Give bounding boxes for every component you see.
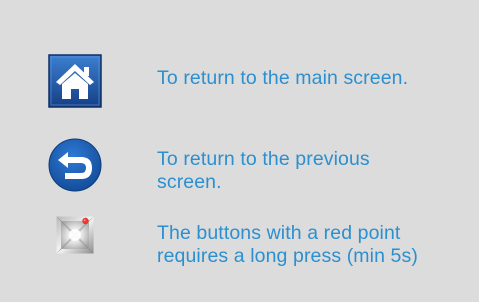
- home-description: To return to the main screen.: [157, 67, 409, 89]
- long-press-icon: [56, 216, 94, 254]
- icon-legend-panel: To return to the main screen. To return …: [0, 0, 479, 302]
- long-press-button[interactable]: [47, 207, 103, 263]
- home-button[interactable]: [47, 53, 103, 109]
- back-description: To return to the previous screen.: [157, 148, 370, 193]
- back-arrow-icon: [48, 138, 102, 192]
- back-button[interactable]: [47, 137, 103, 193]
- long-press-description: The buttons with a red point requires a …: [157, 222, 418, 267]
- home-icon: [48, 54, 102, 108]
